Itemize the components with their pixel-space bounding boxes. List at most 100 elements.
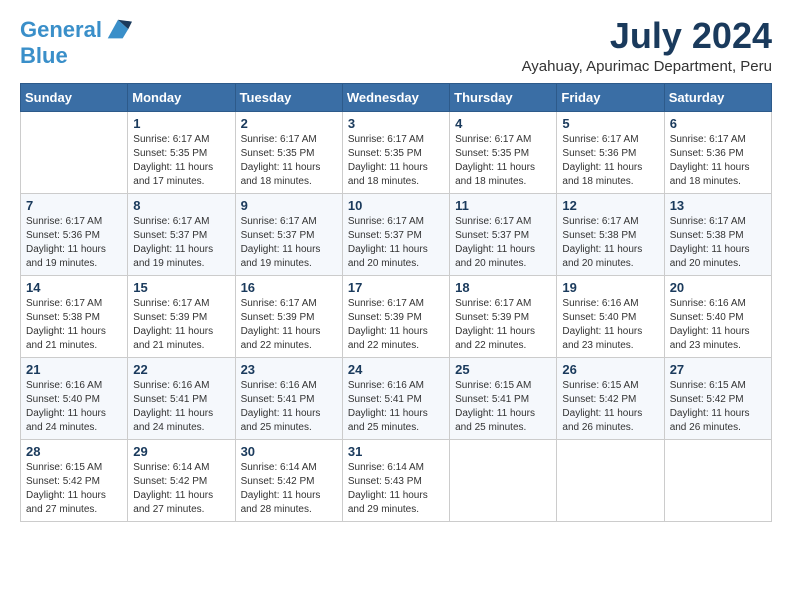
logo-blue: Blue xyxy=(20,44,132,68)
day-info: Sunrise: 6:17 AMSunset: 5:38 PMDaylight:… xyxy=(670,215,766,271)
weekday-header: Friday xyxy=(557,83,664,111)
day-number: 26 xyxy=(562,362,658,377)
day-number: 14 xyxy=(26,280,122,295)
day-info: Sunrise: 6:15 AMSunset: 5:42 PMDaylight:… xyxy=(26,461,122,517)
calendar-cell: 9 Sunrise: 6:17 AMSunset: 5:37 PMDaylight… xyxy=(235,193,342,275)
month-year: July 2024 xyxy=(522,16,772,56)
calendar-cell: 6Sunrise: 6:17 AMSunset: 5:36 PMDaylight… xyxy=(664,111,771,193)
calendar-cell: 28 Sunrise: 6:15 AMSunset: 5:42 PMDayligh… xyxy=(21,439,128,521)
day-number: 6 xyxy=(670,116,766,131)
calendar-cell: 2Sunrise: 6:17 AMSunset: 5:35 PMDaylight… xyxy=(235,111,342,193)
logo: General Blue xyxy=(20,16,132,68)
weekday-header: Thursday xyxy=(450,83,557,111)
calendar-week-row: 1 Sunrise: 6:17 AMSunset: 5:35 PMDaylight… xyxy=(21,111,772,193)
day-number: 21 xyxy=(26,362,122,377)
day-info: Sunrise: 6:16 AMSunset: 5:41 PMDaylight:… xyxy=(241,379,337,435)
day-info: Sunrise: 6:17 AMSunset: 5:39 PMDaylight:… xyxy=(455,297,551,353)
day-number: 30 xyxy=(241,444,337,459)
day-info: Sunrise: 6:17 AMSunset: 5:36 PMDaylight:… xyxy=(562,133,658,189)
calendar-cell: 11 Sunrise: 6:17 AMSunset: 5:37 PMDayligh… xyxy=(450,193,557,275)
day-info: Sunrise: 6:14 AMSunset: 5:42 PMDaylight:… xyxy=(133,461,229,517)
day-info: Sunrise: 6:17 AMSunset: 5:38 PMDaylight:… xyxy=(562,215,658,271)
calendar-week-row: 28 Sunrise: 6:15 AMSunset: 5:42 PMDayligh… xyxy=(21,439,772,521)
calendar-cell: 30Sunrise: 6:14 AMSunset: 5:42 PMDayligh… xyxy=(235,439,342,521)
day-info: Sunrise: 6:16 AMSunset: 5:40 PMDaylight:… xyxy=(562,297,658,353)
calendar-cell: 22Sunrise: 6:16 AMSunset: 5:41 PMDayligh… xyxy=(128,357,235,439)
day-number: 2 xyxy=(241,116,337,131)
calendar-cell: 13 Sunrise: 6:17 AMSunset: 5:38 PMDayligh… xyxy=(664,193,771,275)
day-number: 23 xyxy=(241,362,337,377)
day-number: 31 xyxy=(348,444,444,459)
day-number: 7 xyxy=(26,198,122,213)
header: General Blue July 2024 Ayahuay, Apurimac… xyxy=(20,16,772,75)
day-number: 13 xyxy=(670,198,766,213)
day-info: Sunrise: 6:17 AMSunset: 5:37 PMDaylight:… xyxy=(455,215,551,271)
calendar-cell: 12Sunrise: 6:17 AMSunset: 5:38 PMDayligh… xyxy=(557,193,664,275)
calendar-week-row: 21Sunrise: 6:16 AMSunset: 5:40 PMDayligh… xyxy=(21,357,772,439)
day-info: Sunrise: 6:17 AMSunset: 5:36 PMDaylight:… xyxy=(26,215,122,271)
weekday-header: Monday xyxy=(128,83,235,111)
day-number: 11 xyxy=(455,198,551,213)
day-number: 27 xyxy=(670,362,766,377)
day-number: 4 xyxy=(455,116,551,131)
calendar-cell: 26Sunrise: 6:15 AMSunset: 5:42 PMDayligh… xyxy=(557,357,664,439)
calendar-header-row: SundayMondayTuesdayWednesdayThursdayFrid… xyxy=(21,83,772,111)
calendar-cell: 21Sunrise: 6:16 AMSunset: 5:40 PMDayligh… xyxy=(21,357,128,439)
day-info: Sunrise: 6:16 AMSunset: 5:41 PMDaylight:… xyxy=(348,379,444,435)
day-info: Sunrise: 6:17 AMSunset: 5:37 PMDaylight:… xyxy=(348,215,444,271)
day-info: Sunrise: 6:17 AMSunset: 5:35 PMDaylight:… xyxy=(133,133,229,189)
calendar-cell xyxy=(664,439,771,521)
calendar-cell: 31 Sunrise: 6:14 AMSunset: 5:43 PMDayligh… xyxy=(342,439,449,521)
day-number: 8 xyxy=(133,198,229,213)
day-info: Sunrise: 6:17 AMSunset: 5:39 PMDaylight:… xyxy=(348,297,444,353)
calendar-cell xyxy=(557,439,664,521)
day-number: 1 xyxy=(133,116,229,131)
calendar-table: SundayMondayTuesdayWednesdayThursdayFrid… xyxy=(20,83,772,522)
location: Ayahuay, Apurimac Department, Peru xyxy=(522,58,772,75)
calendar-cell: 24 Sunrise: 6:16 AMSunset: 5:41 PMDayligh… xyxy=(342,357,449,439)
day-info: Sunrise: 6:17 AMSunset: 5:35 PMDaylight:… xyxy=(348,133,444,189)
day-info: Sunrise: 6:17 AMSunset: 5:37 PMDaylight:… xyxy=(133,215,229,271)
day-number: 17 xyxy=(348,280,444,295)
day-info: Sunrise: 6:16 AMSunset: 5:40 PMDaylight:… xyxy=(670,297,766,353)
day-info: Sunrise: 6:17 AMSunset: 5:37 PMDaylight:… xyxy=(241,215,337,271)
logo-text: General xyxy=(20,18,102,42)
day-info: Sunrise: 6:15 AMSunset: 5:42 PMDaylight:… xyxy=(670,379,766,435)
day-info: Sunrise: 6:17 AMSunset: 5:35 PMDaylight:… xyxy=(455,133,551,189)
day-info: Sunrise: 6:14 AMSunset: 5:43 PMDaylight:… xyxy=(348,461,444,517)
calendar-cell: 4 Sunrise: 6:17 AMSunset: 5:35 PMDaylight… xyxy=(450,111,557,193)
day-number: 9 xyxy=(241,198,337,213)
calendar-week-row: 14 Sunrise: 6:17 AMSunset: 5:38 PMDayligh… xyxy=(21,275,772,357)
calendar-cell: 29 Sunrise: 6:14 AMSunset: 5:42 PMDayligh… xyxy=(128,439,235,521)
logo-icon xyxy=(104,16,132,44)
calendar-cell: 16 Sunrise: 6:17 AMSunset: 5:39 PMDayligh… xyxy=(235,275,342,357)
day-info: Sunrise: 6:15 AMSunset: 5:41 PMDaylight:… xyxy=(455,379,551,435)
calendar-cell: 15Sunrise: 6:17 AMSunset: 5:39 PMDayligh… xyxy=(128,275,235,357)
day-number: 20 xyxy=(670,280,766,295)
day-info: Sunrise: 6:17 AMSunset: 5:39 PMDaylight:… xyxy=(241,297,337,353)
day-info: Sunrise: 6:16 AMSunset: 5:41 PMDaylight:… xyxy=(133,379,229,435)
calendar-cell: 10Sunrise: 6:17 AMSunset: 5:37 PMDayligh… xyxy=(342,193,449,275)
calendar-cell: 17 Sunrise: 6:17 AMSunset: 5:39 PMDayligh… xyxy=(342,275,449,357)
day-number: 19 xyxy=(562,280,658,295)
calendar-cell: 23 Sunrise: 6:16 AMSunset: 5:41 PMDayligh… xyxy=(235,357,342,439)
calendar-cell: 8 Sunrise: 6:17 AMSunset: 5:37 PMDaylight… xyxy=(128,193,235,275)
calendar-cell xyxy=(450,439,557,521)
day-number: 5 xyxy=(562,116,658,131)
day-number: 25 xyxy=(455,362,551,377)
calendar-cell: 27 Sunrise: 6:15 AMSunset: 5:42 PMDayligh… xyxy=(664,357,771,439)
calendar-cell: 3 Sunrise: 6:17 AMSunset: 5:35 PMDaylight… xyxy=(342,111,449,193)
day-info: Sunrise: 6:17 AMSunset: 5:38 PMDaylight:… xyxy=(26,297,122,353)
calendar-cell: 5 Sunrise: 6:17 AMSunset: 5:36 PMDaylight… xyxy=(557,111,664,193)
calendar-cell xyxy=(21,111,128,193)
day-number: 24 xyxy=(348,362,444,377)
calendar-cell: 18Sunrise: 6:17 AMSunset: 5:39 PMDayligh… xyxy=(450,275,557,357)
calendar-cell: 1 Sunrise: 6:17 AMSunset: 5:35 PMDaylight… xyxy=(128,111,235,193)
day-number: 16 xyxy=(241,280,337,295)
day-number: 3 xyxy=(348,116,444,131)
day-number: 29 xyxy=(133,444,229,459)
calendar-cell: 14 Sunrise: 6:17 AMSunset: 5:38 PMDayligh… xyxy=(21,275,128,357)
day-number: 28 xyxy=(26,444,122,459)
weekday-header: Saturday xyxy=(664,83,771,111)
weekday-header: Wednesday xyxy=(342,83,449,111)
